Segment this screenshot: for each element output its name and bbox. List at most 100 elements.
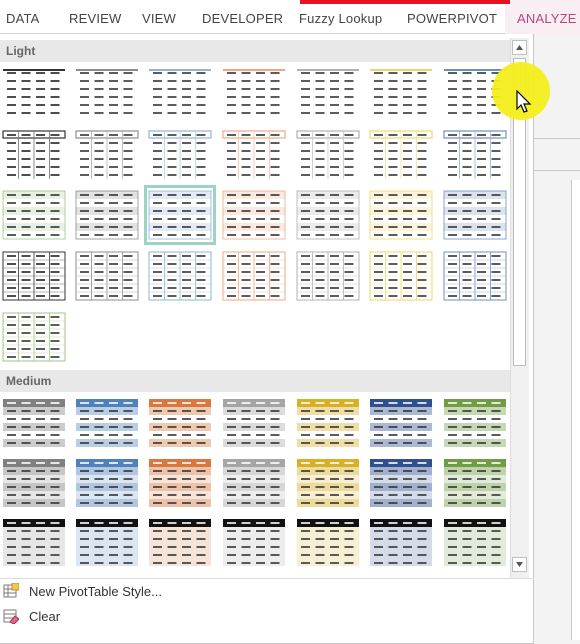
style-preview bbox=[1, 516, 67, 566]
light-style-thumbnail[interactable] bbox=[144, 185, 216, 245]
light-style-thumbnail[interactable] bbox=[295, 66, 361, 120]
style-preview bbox=[295, 66, 361, 120]
worksheet-pane bbox=[571, 180, 580, 640]
medium-style-thumbnail[interactable] bbox=[147, 516, 213, 566]
light-style-thumbnail[interactable] bbox=[442, 128, 508, 182]
light-style-thumbnail[interactable] bbox=[74, 128, 140, 182]
light-style-thumbnail[interactable] bbox=[368, 249, 434, 303]
medium-style-thumbnail[interactable] bbox=[368, 516, 434, 566]
style-preview bbox=[1, 310, 67, 364]
style-preview bbox=[74, 128, 140, 182]
style-preview bbox=[442, 396, 508, 450]
style-preview bbox=[221, 188, 287, 242]
medium-style-thumbnail[interactable] bbox=[74, 396, 140, 450]
light-style-thumbnail[interactable] bbox=[295, 188, 361, 242]
tab-developer[interactable]: DEVELOPER bbox=[202, 11, 283, 26]
style-preview bbox=[221, 516, 287, 566]
medium-style-thumbnail[interactable] bbox=[442, 516, 508, 566]
light-style-thumbnail[interactable] bbox=[74, 188, 140, 242]
style-preview bbox=[442, 188, 508, 242]
medium-style-thumbnail[interactable] bbox=[295, 516, 361, 566]
style-preview bbox=[368, 128, 434, 182]
tab-fuzzy-lookup[interactable]: Fuzzy Lookup bbox=[299, 11, 382, 26]
medium-style-thumbnail[interactable] bbox=[74, 456, 140, 510]
tab-review[interactable]: REVIEW bbox=[69, 11, 121, 26]
medium-style-thumbnail[interactable] bbox=[295, 456, 361, 510]
light-style-thumbnail[interactable] bbox=[368, 128, 434, 182]
light-style-thumbnail[interactable] bbox=[221, 249, 287, 303]
light-style-thumbnail[interactable] bbox=[1, 188, 67, 242]
scroll-down-button[interactable] bbox=[512, 557, 527, 572]
medium-style-thumbnail[interactable] bbox=[295, 396, 361, 450]
style-preview bbox=[1, 66, 67, 120]
style-preview bbox=[1, 456, 67, 510]
pivottable-style-gallery: Light Medium New PivotTable Style... Cle… bbox=[0, 34, 534, 644]
light-style-thumbnail[interactable] bbox=[147, 66, 213, 120]
medium-style-thumbnail[interactable] bbox=[221, 516, 287, 566]
medium-style-thumbnail[interactable] bbox=[1, 396, 67, 450]
style-preview bbox=[147, 396, 213, 450]
medium-style-thumbnail[interactable] bbox=[442, 396, 508, 450]
style-preview bbox=[368, 516, 434, 566]
light-style-thumbnail[interactable] bbox=[295, 128, 361, 182]
medium-style-thumbnail[interactable] bbox=[221, 396, 287, 450]
new-style-label: New PivotTable Style... bbox=[29, 584, 162, 599]
medium-style-thumbnail[interactable] bbox=[221, 456, 287, 510]
light-style-thumbnail[interactable] bbox=[368, 66, 434, 120]
light-style-thumbnail[interactable] bbox=[442, 249, 508, 303]
style-preview bbox=[147, 188, 213, 242]
medium-style-thumbnail[interactable] bbox=[74, 516, 140, 566]
style-preview bbox=[368, 188, 434, 242]
medium-style-thumbnail[interactable] bbox=[1, 456, 67, 510]
menu-divider bbox=[0, 578, 534, 579]
light-style-thumbnail[interactable] bbox=[1, 66, 67, 120]
medium-style-thumbnail[interactable] bbox=[368, 456, 434, 510]
clear-item[interactable]: Clear bbox=[0, 605, 300, 629]
tab-powerpivot[interactable]: POWERPIVOT bbox=[407, 11, 497, 26]
mouse-pointer-icon bbox=[516, 90, 532, 113]
style-preview bbox=[221, 396, 287, 450]
style-preview bbox=[442, 456, 508, 510]
light-style-thumbnail[interactable] bbox=[1, 310, 67, 364]
light-style-thumbnail[interactable] bbox=[74, 66, 140, 120]
style-preview bbox=[1, 188, 67, 242]
style-preview bbox=[74, 456, 140, 510]
new-pivottable-style-item[interactable]: New PivotTable Style... bbox=[0, 580, 300, 604]
medium-style-thumbnail[interactable] bbox=[368, 396, 434, 450]
light-style-thumbnail[interactable] bbox=[1, 249, 67, 303]
light-style-thumbnail[interactable] bbox=[147, 249, 213, 303]
medium-style-thumbnail[interactable] bbox=[442, 456, 508, 510]
light-style-thumbnail[interactable] bbox=[221, 66, 287, 120]
style-preview bbox=[368, 249, 434, 303]
style-preview bbox=[147, 66, 213, 120]
style-preview bbox=[1, 396, 67, 450]
ribbon-accent-bar bbox=[300, 0, 510, 4]
light-style-thumbnail[interactable] bbox=[1, 128, 67, 182]
style-preview bbox=[147, 516, 213, 566]
tab-view[interactable]: VIEW bbox=[142, 11, 176, 26]
style-preview bbox=[442, 128, 508, 182]
style-preview bbox=[368, 456, 434, 510]
style-preview bbox=[295, 396, 361, 450]
style-preview bbox=[1, 128, 67, 182]
medium-style-thumbnail[interactable] bbox=[147, 396, 213, 450]
style-preview bbox=[221, 249, 287, 303]
style-preview bbox=[295, 456, 361, 510]
light-style-thumbnail[interactable] bbox=[295, 249, 361, 303]
light-style-thumbnail[interactable] bbox=[221, 128, 287, 182]
tab-data[interactable]: DATA bbox=[6, 11, 40, 26]
style-preview bbox=[295, 188, 361, 242]
style-preview bbox=[442, 516, 508, 566]
light-style-thumbnail[interactable] bbox=[147, 128, 213, 182]
light-style-thumbnail[interactable] bbox=[442, 188, 508, 242]
style-preview bbox=[368, 66, 434, 120]
style-preview bbox=[147, 128, 213, 182]
scroll-up-button[interactable] bbox=[512, 40, 527, 55]
worksheet-divider bbox=[534, 138, 580, 139]
light-style-thumbnail[interactable] bbox=[221, 188, 287, 242]
tab-analyze[interactable]: ANALYZE bbox=[517, 11, 577, 26]
light-style-thumbnail[interactable] bbox=[368, 188, 434, 242]
medium-style-thumbnail[interactable] bbox=[1, 516, 67, 566]
medium-style-thumbnail[interactable] bbox=[147, 456, 213, 510]
light-style-thumbnail[interactable] bbox=[74, 249, 140, 303]
